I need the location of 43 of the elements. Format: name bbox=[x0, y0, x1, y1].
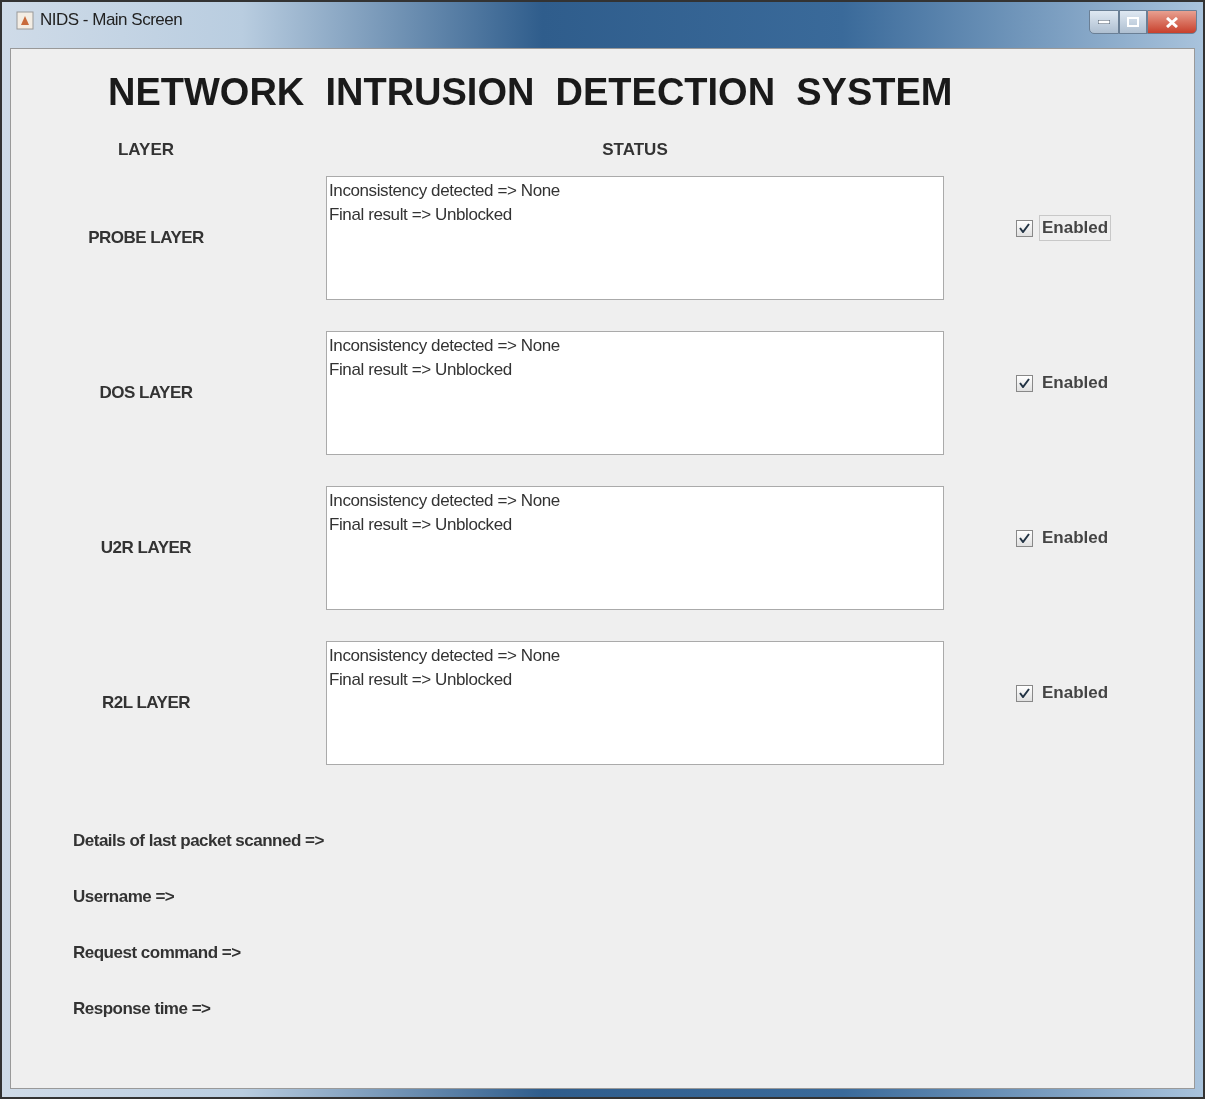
check-icon bbox=[1019, 533, 1030, 543]
status-line: Final result => Unblocked bbox=[329, 360, 512, 380]
app-heading: NETWORK INTRUSION DETECTION SYSTEM bbox=[108, 71, 954, 114]
checkbox-label[interactable]: Enabled bbox=[1039, 525, 1112, 551]
status-line: Final result => Unblocked bbox=[329, 670, 512, 690]
status-line: Inconsistency detected => None bbox=[329, 336, 560, 356]
minimize-icon bbox=[1098, 20, 1110, 24]
close-icon bbox=[1166, 16, 1178, 28]
maximize-button[interactable] bbox=[1119, 10, 1147, 34]
layer-column-header: LAYER bbox=[117, 140, 175, 160]
status-line: Inconsistency detected => None bbox=[329, 181, 560, 201]
status-field[interactable]: Inconsistency detected => None Final result => Unblocked bbox=[326, 331, 944, 455]
app-icon bbox=[16, 10, 34, 30]
close-button[interactable] bbox=[1147, 10, 1197, 34]
enabled-checkbox[interactable] bbox=[1016, 374, 1033, 392]
layer-name: R2L LAYER bbox=[101, 693, 191, 713]
detail-label: Username => bbox=[73, 887, 176, 907]
checkbox-label[interactable]: Enabled bbox=[1039, 370, 1112, 396]
enabled-checkbox[interactable] bbox=[1016, 684, 1033, 702]
enabled-checkbox[interactable] bbox=[1016, 529, 1033, 547]
maximize-icon bbox=[1127, 17, 1139, 27]
check-icon bbox=[1019, 688, 1030, 698]
status-field[interactable]: Inconsistency detected => None Final result => Unblocked bbox=[326, 176, 944, 300]
layer-name: U2R LAYER bbox=[100, 538, 192, 558]
detail-label: Details of last packet scanned => bbox=[73, 831, 325, 851]
checkbox-label[interactable]: Enabled bbox=[1039, 215, 1112, 241]
check-icon bbox=[1019, 223, 1030, 233]
status-field[interactable]: Inconsistency detected => None Final result => Unblocked bbox=[326, 641, 944, 765]
detail-label: Response time => bbox=[73, 999, 212, 1019]
layer-name: PROBE LAYER bbox=[88, 228, 204, 248]
window-title: NIDS - Main Screen bbox=[40, 10, 183, 30]
status-column-header: STATUS bbox=[602, 140, 668, 160]
status-line: Inconsistency detected => None bbox=[329, 646, 560, 666]
layer-name: DOS LAYER bbox=[99, 383, 193, 403]
status-field[interactable]: Inconsistency detected => None Final result => Unblocked bbox=[326, 486, 944, 610]
status-line: Final result => Unblocked bbox=[329, 515, 512, 535]
status-line: Final result => Unblocked bbox=[329, 205, 512, 225]
check-icon bbox=[1019, 378, 1030, 388]
checkbox-label[interactable]: Enabled bbox=[1039, 680, 1112, 706]
detail-label: Request command => bbox=[73, 943, 242, 963]
status-line: Inconsistency detected => None bbox=[329, 491, 560, 511]
minimize-button[interactable] bbox=[1089, 10, 1119, 34]
enabled-checkbox[interactable] bbox=[1016, 219, 1033, 237]
